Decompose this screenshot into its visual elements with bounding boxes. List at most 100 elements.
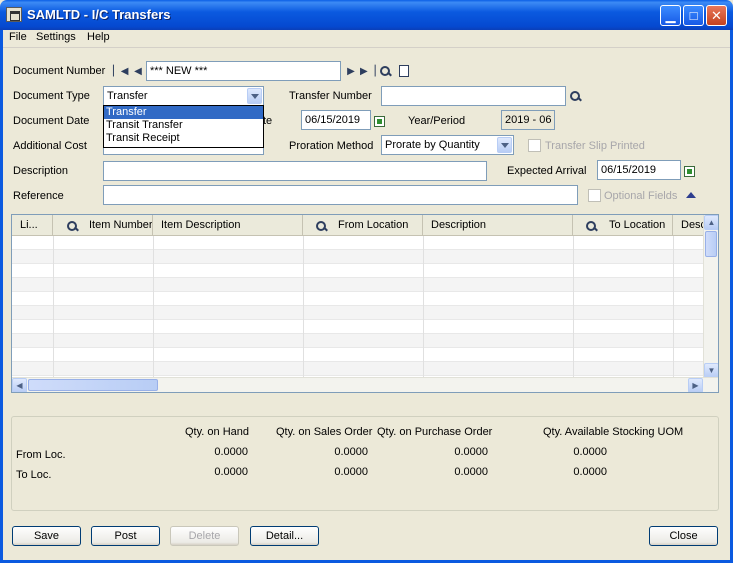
table-row[interactable] bbox=[12, 278, 706, 292]
column-divider bbox=[153, 236, 154, 379]
reference-label: Reference bbox=[13, 190, 64, 202]
detail-button[interactable]: Detail... bbox=[250, 526, 319, 546]
column-line[interactable]: Li... bbox=[12, 215, 53, 236]
search-icon[interactable] bbox=[316, 221, 327, 232]
document-type-value: Transfer bbox=[107, 90, 148, 102]
grid-header: Li... Item Number Item Description From … bbox=[12, 215, 706, 236]
optional-fields-checkbox[interactable] bbox=[588, 189, 601, 202]
new-document-icon[interactable] bbox=[399, 65, 409, 77]
previous-record-button[interactable]: ◀ bbox=[131, 64, 145, 78]
optional-fields-label: Optional Fields bbox=[604, 190, 678, 202]
next-record-button[interactable]: ▶ bbox=[344, 64, 358, 78]
additional-cost-label: Additional Cost bbox=[13, 140, 87, 152]
document-type-dropdown-list: Transfer Transit Transfer Transit Receip… bbox=[103, 105, 264, 148]
post-button[interactable]: Post bbox=[91, 526, 160, 546]
app-icon[interactable] bbox=[6, 7, 22, 22]
table-row[interactable] bbox=[12, 320, 706, 334]
column-item-description[interactable]: Item Description bbox=[153, 215, 303, 236]
table-row[interactable] bbox=[12, 292, 706, 306]
table-row[interactable] bbox=[12, 306, 706, 320]
scroll-left-icon[interactable]: ◀ bbox=[12, 378, 27, 392]
from-location-label: From Loc. bbox=[16, 449, 66, 461]
dropdown-option-transit-receipt[interactable]: Transit Receipt bbox=[104, 132, 263, 145]
document-number-input[interactable]: *** NEW *** bbox=[146, 61, 341, 81]
qty-on-hand-header: Qty. on Hand bbox=[185, 426, 249, 438]
document-type-select[interactable]: Transfer bbox=[103, 86, 264, 106]
to-qty-available: 0.0000 bbox=[573, 466, 607, 478]
to-qty-on-hand: 0.0000 bbox=[214, 466, 248, 478]
first-record-icon: ▏◀ bbox=[113, 66, 129, 77]
first-record-button[interactable]: ▏◀ bbox=[113, 64, 129, 78]
menu-settings[interactable]: Settings bbox=[36, 31, 76, 43]
search-icon[interactable] bbox=[586, 221, 597, 232]
scroll-down-icon[interactable]: ▼ bbox=[704, 363, 718, 378]
last-record-button[interactable]: ▶▕ bbox=[360, 64, 376, 78]
save-button[interactable]: Save bbox=[12, 526, 81, 546]
search-icon[interactable] bbox=[570, 91, 581, 102]
menu-bar bbox=[3, 30, 730, 48]
table-row[interactable] bbox=[12, 348, 706, 362]
table-row[interactable] bbox=[12, 250, 706, 264]
close-icon: ✕ bbox=[711, 8, 722, 23]
column-divider bbox=[53, 236, 54, 379]
next-record-icon: ▶ bbox=[347, 66, 355, 77]
delete-button[interactable]: Delete bbox=[170, 526, 239, 546]
qty-on-purchase-order-header: Qty. on Purchase Order bbox=[377, 426, 493, 438]
expected-arrival-input[interactable]: 06/15/2019 bbox=[597, 160, 681, 180]
qty-on-sales-order-header: Qty. on Sales Order bbox=[276, 426, 373, 438]
proration-method-label: Proration Method bbox=[289, 140, 374, 152]
collapse-icon[interactable] bbox=[686, 192, 696, 198]
calendar-icon[interactable] bbox=[684, 166, 695, 177]
vertical-scroll-thumb[interactable] bbox=[705, 231, 717, 257]
chevron-down-icon[interactable] bbox=[247, 88, 262, 104]
to-qty-on-sales-order: 0.0000 bbox=[334, 466, 368, 478]
minimize-button[interactable]: ▁ bbox=[660, 5, 681, 26]
window-frame-left bbox=[0, 30, 3, 563]
document-date-label: Document Date bbox=[13, 115, 90, 127]
column-desc[interactable]: Desc bbox=[673, 215, 706, 236]
qty-available-header: Qty. Available Stocking UOM bbox=[543, 426, 684, 438]
table-row[interactable] bbox=[12, 264, 706, 278]
scroll-up-icon[interactable]: ▲ bbox=[704, 215, 718, 230]
description-input[interactable] bbox=[103, 161, 487, 181]
from-qty-on-sales-order: 0.0000 bbox=[334, 446, 368, 458]
search-icon[interactable] bbox=[380, 66, 391, 77]
date-label: te bbox=[263, 115, 273, 127]
minimize-icon: ▁ bbox=[665, 8, 676, 23]
menu-help[interactable]: Help bbox=[87, 31, 110, 43]
description-label: Description bbox=[13, 165, 69, 177]
last-record-icon: ▶▕ bbox=[360, 66, 376, 77]
dropdown-option-transfer[interactable]: Transfer bbox=[104, 106, 263, 119]
maximize-button[interactable]: □ bbox=[683, 5, 704, 26]
horizontal-scroll-thumb[interactable] bbox=[28, 379, 158, 391]
table-row[interactable] bbox=[12, 236, 706, 250]
table-row[interactable] bbox=[12, 362, 706, 376]
calendar-icon[interactable] bbox=[374, 116, 385, 127]
close-window-button[interactable]: ✕ bbox=[706, 5, 727, 26]
vertical-scrollbar[interactable]: ▲ ▼ bbox=[703, 215, 718, 378]
reference-input[interactable] bbox=[103, 185, 578, 205]
previous-record-icon: ◀ bbox=[134, 66, 142, 77]
proration-method-select[interactable]: Prorate by Quantity bbox=[381, 135, 514, 155]
table-row[interactable] bbox=[12, 334, 706, 348]
transfer-slip-checkbox[interactable] bbox=[528, 139, 541, 152]
dropdown-option-transit-transfer[interactable]: Transit Transfer bbox=[104, 119, 263, 132]
detail-grid[interactable]: Li... Item Number Item Description From … bbox=[11, 214, 719, 393]
chevron-down-icon[interactable] bbox=[497, 137, 512, 153]
horizontal-scrollbar[interactable]: ◀ ▶ bbox=[12, 377, 718, 392]
expected-arrival-label: Expected Arrival bbox=[507, 165, 587, 177]
column-divider bbox=[303, 236, 304, 379]
column-divider bbox=[673, 236, 674, 379]
window-title: SAMLTD - I/C Transfers bbox=[27, 7, 171, 22]
to-location-label: To Loc. bbox=[16, 469, 52, 481]
column-description[interactable]: Description bbox=[423, 215, 573, 236]
search-icon[interactable] bbox=[67, 221, 78, 232]
close-button[interactable]: Close bbox=[649, 526, 718, 546]
transfer-slip-label: Transfer Slip Printed bbox=[545, 140, 645, 152]
menu-file[interactable]: File bbox=[9, 31, 27, 43]
transfer-number-input[interactable] bbox=[381, 86, 566, 106]
document-type-label: Document Type bbox=[13, 90, 90, 102]
scroll-right-icon[interactable]: ▶ bbox=[688, 378, 703, 392]
year-period-field: 2019 - 06 bbox=[501, 110, 555, 130]
date-input[interactable]: 06/15/2019 bbox=[301, 110, 371, 130]
